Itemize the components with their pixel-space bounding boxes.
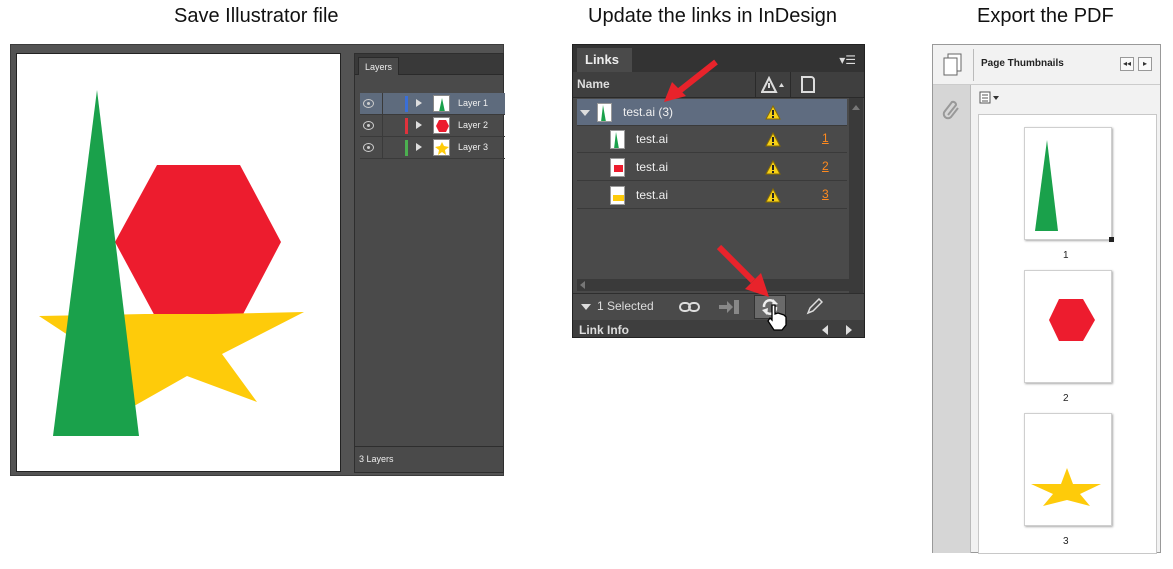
annotation-arrow [664, 59, 718, 102]
page-thumbnail[interactable] [1024, 413, 1112, 526]
scroll-up-icon[interactable] [852, 105, 860, 110]
layer-row[interactable]: Layer 2 [360, 115, 505, 137]
edit-original-icon[interactable] [805, 297, 824, 319]
link-info-header[interactable]: Link Info [573, 320, 864, 337]
link-thumbnail [610, 158, 625, 177]
panel-title: Page Thumbnails [981, 58, 1064, 69]
link-row[interactable]: test.ai 2 [577, 154, 847, 181]
go-to-link-icon[interactable] [718, 299, 740, 318]
tab-layers[interactable]: Layers [358, 57, 400, 75]
red-hexagon [115, 165, 281, 320]
paperclip-icon[interactable] [942, 99, 962, 126]
annotation-arrow [716, 244, 769, 297]
page-thumbnail[interactable] [1024, 127, 1114, 242]
thumbnail-options-icon[interactable] [979, 91, 1003, 110]
pdf-thumbnails-panel: Page Thumbnails ◂◂ ▸ 1 2 3 [932, 44, 1161, 554]
page-number: 1 [1063, 250, 1069, 261]
selection-count: 1 Selected [597, 299, 654, 313]
page-number: 2 [1063, 393, 1069, 404]
page-number: 3 [1063, 536, 1069, 547]
status-column-icon[interactable] [760, 75, 785, 97]
page-column-icon[interactable] [801, 76, 815, 93]
layer-color-swatch [405, 118, 408, 134]
link-thumbnail [597, 103, 612, 122]
scroll-left-icon[interactable] [580, 281, 585, 289]
relink-icon[interactable] [679, 299, 701, 318]
warning-icon [765, 187, 781, 206]
link-name: test.ai [636, 160, 669, 174]
layer-thumbnail [433, 139, 450, 156]
divider [755, 72, 756, 98]
eye-icon[interactable] [363, 121, 374, 130]
layer-color-swatch [405, 140, 408, 156]
attachments-sidebar [933, 85, 971, 553]
caption-pdf: Export the PDF [977, 5, 1114, 27]
layer-name: Layer 3 [458, 142, 489, 152]
divider [382, 137, 383, 159]
page-number-link[interactable]: 1 [822, 131, 829, 145]
pages-icon[interactable] [942, 53, 964, 82]
eye-icon[interactable] [363, 99, 374, 108]
layer-thumbnail [433, 95, 450, 112]
divider [382, 115, 383, 137]
link-info-label: Link Info [579, 323, 629, 337]
link-name: test.ai (3) [623, 105, 674, 119]
caption-illustrator: Save Illustrator file [174, 5, 339, 27]
resize-handle[interactable] [1109, 237, 1114, 242]
horizontal-scrollbar[interactable] [577, 279, 849, 291]
link-thumbnail [610, 186, 625, 205]
artwork [39, 90, 304, 436]
divider [973, 49, 974, 81]
divider [790, 72, 791, 98]
eye-icon[interactable] [363, 143, 374, 152]
layers-footer: 3 Layers [355, 446, 503, 472]
caption-indesign: Update the links in InDesign [588, 5, 838, 27]
artboard[interactable] [16, 53, 341, 472]
layer-row[interactable]: Layer 3 [360, 137, 505, 159]
expand-arrow-icon[interactable] [416, 143, 422, 151]
warning-icon [765, 104, 781, 123]
collapse-arrow-icon[interactable] [580, 110, 590, 116]
hand-cursor-icon [767, 304, 787, 331]
divider [382, 93, 383, 115]
layer-name: Layer 1 [458, 98, 489, 108]
column-name[interactable]: Name [577, 77, 610, 91]
toggle-info-icon[interactable] [581, 304, 591, 310]
collapse-panel-icon[interactable]: ◂◂ [1120, 57, 1134, 71]
layers-panel: Layers Layer 1 Layer 2 Layer 3 3 Layers [354, 53, 505, 473]
expand-arrow-icon[interactable] [416, 121, 422, 129]
expand-arrow-icon[interactable] [416, 99, 422, 107]
illustrator-window: Layers Layer 1 Layer 2 Layer 3 3 Layers [10, 44, 505, 476]
page-thumbnail[interactable] [1024, 270, 1112, 383]
link-name: test.ai [636, 132, 669, 146]
panel-menu-icon[interactable]: ▾☰ [839, 53, 856, 67]
thumbnail-art [1049, 299, 1095, 341]
link-name: test.ai [636, 188, 669, 202]
layer-row[interactable]: Layer 1 [360, 93, 505, 115]
warning-icon [765, 131, 781, 150]
layers-tabbar: Layers [355, 54, 503, 75]
thumbnail-art [1035, 140, 1058, 231]
vertical-scrollbar[interactable] [849, 98, 863, 313]
green-triangle [53, 90, 139, 436]
page-number-link[interactable]: 2 [822, 159, 829, 173]
next-link-icon[interactable] [846, 325, 852, 335]
prev-link-icon[interactable] [822, 325, 828, 335]
layer-thumbnail [433, 117, 450, 134]
thumbnails-header: Page Thumbnails ◂◂ ▸ [933, 45, 1160, 85]
layer-color-swatch [405, 96, 408, 112]
expand-panel-icon[interactable]: ▸ [1138, 57, 1152, 71]
warning-icon [765, 159, 781, 178]
link-row[interactable]: test.ai 3 [577, 182, 847, 209]
thumbnails-list[interactable]: 1 2 3 [978, 114, 1157, 554]
layer-name: Layer 2 [458, 120, 489, 130]
page-number-link[interactable]: 3 [822, 187, 829, 201]
tab-links[interactable]: Links [577, 48, 632, 72]
thumbnail-art [1031, 468, 1101, 506]
link-row[interactable]: test.ai 1 [577, 126, 847, 153]
link-thumbnail [610, 130, 625, 149]
